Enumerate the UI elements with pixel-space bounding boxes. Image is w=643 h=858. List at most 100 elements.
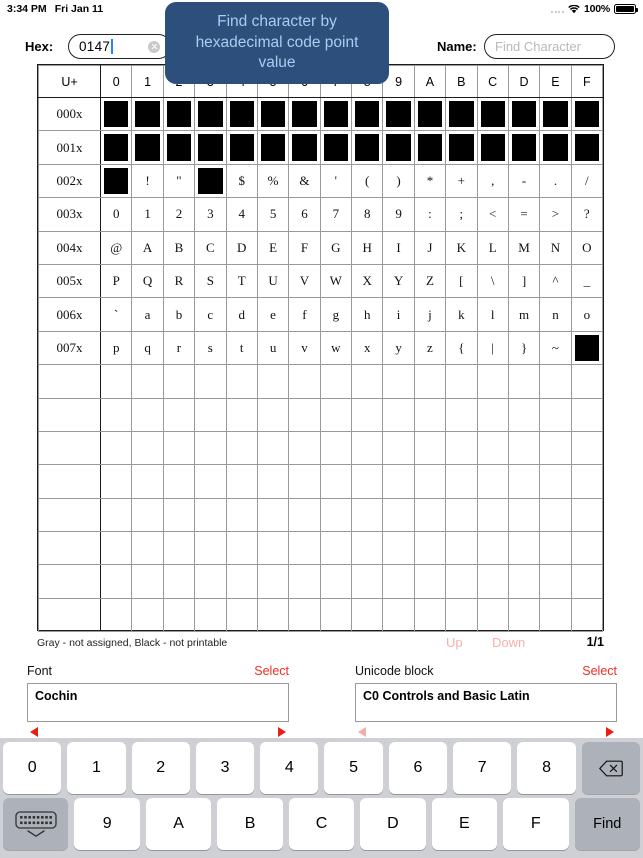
char-cell-empty[interactable] — [288, 564, 321, 599]
char-cell[interactable]: F — [288, 230, 321, 265]
char-cell[interactable]: | — [476, 330, 509, 366]
char-cell-nonprintable[interactable] — [382, 130, 415, 165]
char-cell-empty[interactable] — [507, 464, 541, 499]
char-cell-nonprintable[interactable] — [476, 96, 509, 132]
find-button[interactable]: Find — [574, 798, 640, 850]
char-cell-empty[interactable] — [382, 397, 415, 432]
char-cell-empty[interactable] — [507, 531, 541, 566]
char-cell[interactable]: ? — [570, 197, 604, 232]
char-cell[interactable]: S — [194, 263, 227, 299]
char-cell-empty[interactable] — [539, 497, 572, 533]
char-cell-empty[interactable] — [162, 464, 196, 499]
char-cell-empty[interactable] — [225, 364, 258, 399]
char-cell[interactable]: V — [288, 263, 321, 299]
char-cell-nonprintable[interactable] — [288, 130, 321, 165]
char-cell-empty[interactable] — [162, 597, 196, 633]
char-cell-empty[interactable] — [162, 364, 196, 399]
char-cell[interactable]: c — [194, 297, 227, 332]
char-cell-empty[interactable] — [476, 597, 509, 633]
char-cell-empty[interactable] — [413, 497, 447, 533]
char-cell[interactable]: q — [131, 330, 164, 366]
char-cell[interactable]: d — [225, 297, 258, 332]
char-cell-empty[interactable] — [350, 564, 384, 599]
char-cell-nonprintable[interactable] — [476, 130, 509, 165]
key-6[interactable]: 6 — [388, 742, 448, 794]
char-cell-empty[interactable] — [570, 364, 604, 399]
char-cell[interactable]: _ — [570, 263, 604, 299]
char-cell[interactable]: . — [539, 163, 572, 199]
char-cell-empty[interactable] — [539, 430, 572, 466]
char-cell-empty[interactable] — [350, 531, 384, 566]
char-cell[interactable]: " — [162, 163, 196, 199]
char-cell-empty[interactable] — [162, 430, 196, 466]
char-cell[interactable]: z — [413, 330, 447, 366]
key-5[interactable]: 5 — [324, 742, 383, 794]
char-cell[interactable]: x — [350, 330, 384, 366]
key-0[interactable]: 0 — [3, 742, 62, 794]
char-cell[interactable]: % — [256, 163, 290, 199]
char-cell-nonprintable[interactable] — [99, 163, 133, 199]
char-cell-empty[interactable] — [539, 531, 572, 566]
char-cell-nonprintable[interactable] — [350, 96, 384, 132]
nav-up-button[interactable]: Up — [446, 635, 463, 650]
char-cell[interactable]: ] — [507, 263, 541, 299]
char-cell-empty[interactable] — [413, 597, 447, 633]
key-7[interactable]: 7 — [453, 742, 512, 794]
char-cell-empty[interactable] — [194, 430, 227, 466]
char-cell-empty[interactable] — [476, 531, 509, 566]
char-cell[interactable]: G — [319, 230, 353, 265]
char-cell[interactable]: 9 — [382, 197, 415, 232]
char-cell[interactable]: A — [131, 230, 164, 265]
char-cell-empty[interactable] — [445, 564, 478, 599]
char-cell-nonprintable[interactable] — [539, 96, 572, 132]
char-cell-nonprintable[interactable] — [507, 130, 541, 165]
char-cell-empty[interactable] — [256, 364, 290, 399]
char-cell[interactable]: m — [507, 297, 541, 332]
char-cell-empty[interactable] — [225, 464, 258, 499]
char-cell-nonprintable[interactable] — [225, 130, 258, 165]
char-cell[interactable]: u — [256, 330, 290, 366]
char-cell[interactable]: s — [194, 330, 227, 366]
char-cell-empty[interactable] — [256, 597, 290, 633]
char-cell-empty[interactable] — [445, 597, 478, 633]
char-cell[interactable]: 2 — [162, 197, 196, 232]
char-cell-empty[interactable] — [162, 497, 196, 533]
char-cell[interactable]: + — [445, 163, 478, 199]
char-cell[interactable]: / — [570, 163, 604, 199]
char-cell-empty[interactable] — [382, 430, 415, 466]
char-cell[interactable]: ^ — [539, 263, 572, 299]
char-cell-nonprintable[interactable] — [225, 96, 258, 132]
char-cell[interactable]: @ — [99, 230, 133, 265]
char-cell[interactable]: r — [162, 330, 196, 366]
char-cell-empty[interactable] — [256, 497, 290, 533]
char-cell-empty[interactable] — [131, 464, 164, 499]
char-cell[interactable]: o — [570, 297, 604, 332]
char-cell-empty[interactable] — [99, 531, 133, 566]
char-cell-empty[interactable] — [476, 464, 509, 499]
char-cell-empty[interactable] — [194, 464, 227, 499]
char-cell-empty[interactable] — [445, 464, 478, 499]
char-cell[interactable]: O — [570, 230, 604, 265]
char-cell[interactable]: K — [445, 230, 478, 265]
char-cell[interactable]: 0 — [99, 197, 133, 232]
char-cell-nonprintable[interactable] — [413, 130, 447, 165]
char-cell-nonprintable[interactable] — [413, 96, 447, 132]
char-cell-empty[interactable] — [413, 531, 447, 566]
char-cell-empty[interactable] — [570, 597, 604, 633]
char-cell[interactable]: H — [350, 230, 384, 265]
char-cell-empty[interactable] — [225, 531, 258, 566]
char-cell-empty[interactable] — [413, 430, 447, 466]
char-cell-empty[interactable] — [288, 397, 321, 432]
char-cell-empty[interactable] — [131, 597, 164, 633]
char-cell-empty[interactable] — [413, 397, 447, 432]
char-cell-nonprintable[interactable] — [194, 96, 227, 132]
char-cell[interactable]: N — [539, 230, 572, 265]
char-cell-empty[interactable] — [382, 364, 415, 399]
char-cell-empty[interactable] — [350, 497, 384, 533]
char-cell-empty[interactable] — [256, 430, 290, 466]
char-cell-nonprintable[interactable] — [570, 96, 604, 132]
char-cell-nonprintable[interactable] — [194, 163, 227, 199]
block-select-link[interactable]: Select — [582, 664, 617, 678]
char-cell-nonprintable[interactable] — [162, 130, 196, 165]
char-cell-nonprintable[interactable] — [99, 96, 133, 132]
